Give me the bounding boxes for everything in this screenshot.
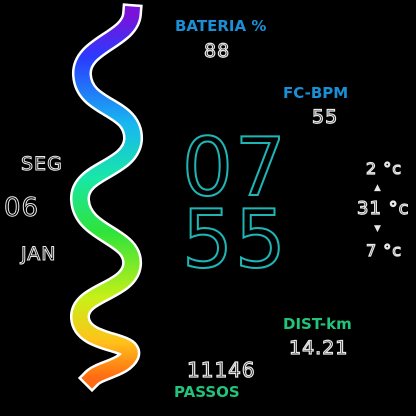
date-day: 06	[3, 193, 40, 224]
battery-value: 88	[203, 39, 231, 62]
weather-up-arrow-icon: ▲	[374, 183, 381, 193]
steps-value: 11146	[186, 357, 256, 382]
steps-label: PASSOS	[174, 383, 240, 401]
weather-low: 2 °c	[365, 158, 403, 178]
weather-down-arrow-icon: ▼	[374, 224, 381, 234]
clock-minutes: 55	[181, 193, 288, 286]
distance-value: 14.21	[288, 336, 349, 359]
heart-rate-value: 55	[311, 105, 339, 128]
date-month: JAN	[20, 243, 57, 266]
distance-label: DIST-km	[283, 315, 352, 333]
date-weekday: SEG	[21, 153, 63, 176]
battery-label: BATERIA %	[175, 17, 267, 35]
heart-rate-label: FC-BPM	[283, 84, 349, 102]
weather-high: 7 °c	[365, 240, 403, 260]
weather-current: 31 °c	[356, 197, 410, 219]
